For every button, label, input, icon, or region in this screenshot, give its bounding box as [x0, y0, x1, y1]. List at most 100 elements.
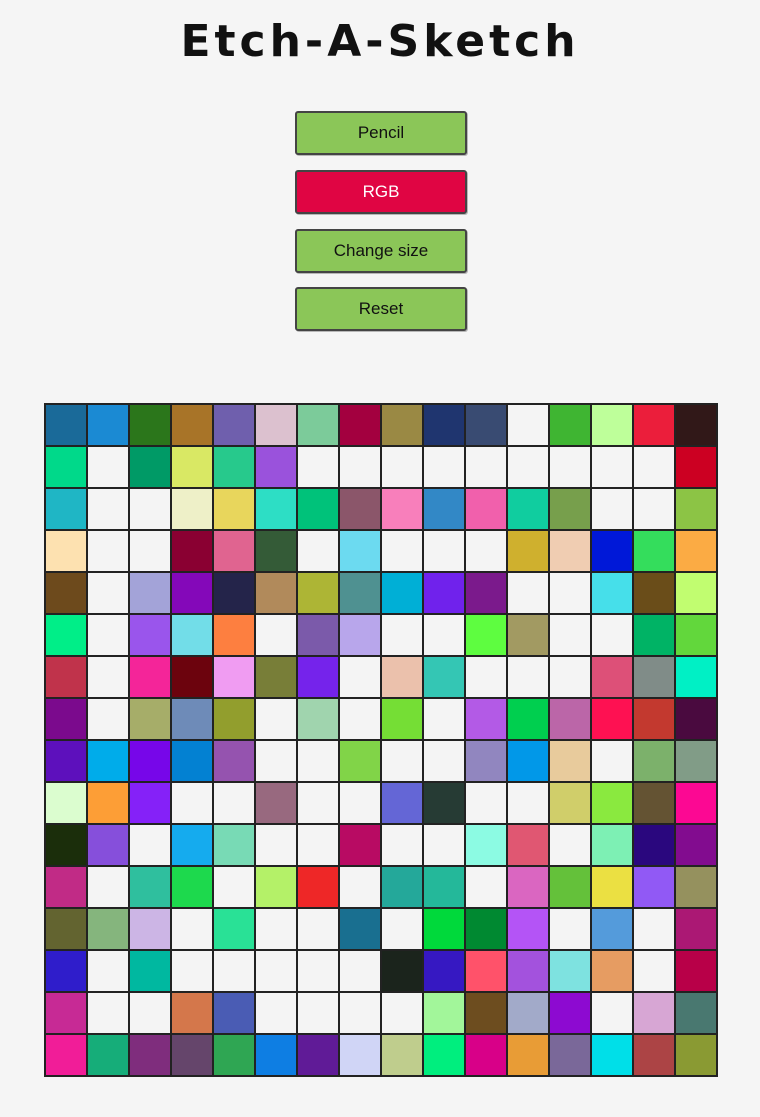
grid-cell[interactable] [255, 614, 297, 656]
grid-cell[interactable] [171, 908, 213, 950]
grid-cell[interactable] [423, 992, 465, 1034]
grid-cell[interactable] [423, 614, 465, 656]
grid-cell[interactable] [255, 446, 297, 488]
grid-cell[interactable] [339, 992, 381, 1034]
grid-cell[interactable] [45, 530, 87, 572]
grid-cell[interactable] [423, 488, 465, 530]
grid-cell[interactable] [381, 740, 423, 782]
grid-cell[interactable] [591, 656, 633, 698]
grid-cell[interactable] [633, 866, 675, 908]
grid-cell[interactable] [171, 1034, 213, 1076]
grid-cell[interactable] [339, 782, 381, 824]
grid-cell[interactable] [507, 908, 549, 950]
grid-cell[interactable] [633, 656, 675, 698]
grid-cell[interactable] [591, 446, 633, 488]
grid-cell[interactable] [45, 614, 87, 656]
grid-cell[interactable] [381, 698, 423, 740]
grid-cell[interactable] [675, 530, 717, 572]
grid-cell[interactable] [381, 446, 423, 488]
grid-cell[interactable] [213, 656, 255, 698]
grid-cell[interactable] [87, 614, 129, 656]
grid-cell[interactable] [633, 782, 675, 824]
grid-cell[interactable] [675, 572, 717, 614]
grid-cell[interactable] [339, 404, 381, 446]
reset-button[interactable]: Reset [295, 287, 467, 331]
grid-cell[interactable] [171, 656, 213, 698]
grid-cell[interactable] [297, 698, 339, 740]
grid-cell[interactable] [507, 656, 549, 698]
change-size-button[interactable]: Change size [295, 229, 467, 273]
grid-cell[interactable] [465, 992, 507, 1034]
grid-cell[interactable] [465, 698, 507, 740]
grid-cell[interactable] [171, 614, 213, 656]
grid-cell[interactable] [549, 866, 591, 908]
grid-cell[interactable] [255, 908, 297, 950]
grid-cell[interactable] [549, 782, 591, 824]
grid-cell[interactable] [297, 824, 339, 866]
grid-cell[interactable] [465, 740, 507, 782]
grid-cell[interactable] [339, 446, 381, 488]
grid-cell[interactable] [87, 530, 129, 572]
grid-cell[interactable] [381, 992, 423, 1034]
grid-cell[interactable] [591, 404, 633, 446]
grid-cell[interactable] [507, 950, 549, 992]
grid-cell[interactable] [87, 908, 129, 950]
grid-cell[interactable] [213, 1034, 255, 1076]
grid-cell[interactable] [45, 1034, 87, 1076]
grid-cell[interactable] [633, 698, 675, 740]
grid-cell[interactable] [45, 656, 87, 698]
grid-cell[interactable] [255, 572, 297, 614]
grid-cell[interactable] [339, 824, 381, 866]
grid-cell[interactable] [171, 950, 213, 992]
grid-cell[interactable] [297, 488, 339, 530]
grid-cell[interactable] [591, 530, 633, 572]
grid-cell[interactable] [549, 446, 591, 488]
grid-cell[interactable] [507, 992, 549, 1034]
grid-cell[interactable] [549, 950, 591, 992]
grid-cell[interactable] [129, 950, 171, 992]
grid-cell[interactable] [45, 866, 87, 908]
grid-cell[interactable] [591, 908, 633, 950]
grid-cell[interactable] [171, 446, 213, 488]
grid-cell[interactable] [381, 782, 423, 824]
grid-cell[interactable] [297, 782, 339, 824]
grid-cell[interactable] [255, 404, 297, 446]
grid-cell[interactable] [171, 530, 213, 572]
grid-cell[interactable] [507, 866, 549, 908]
grid-cell[interactable] [423, 530, 465, 572]
grid-cell[interactable] [255, 866, 297, 908]
grid-cell[interactable] [129, 740, 171, 782]
grid-cell[interactable] [423, 866, 465, 908]
grid-cell[interactable] [297, 866, 339, 908]
grid-cell[interactable] [675, 908, 717, 950]
grid-cell[interactable] [297, 656, 339, 698]
grid-cell[interactable] [633, 488, 675, 530]
grid-cell[interactable] [213, 908, 255, 950]
grid-cell[interactable] [465, 908, 507, 950]
grid-cell[interactable] [507, 698, 549, 740]
grid-cell[interactable] [549, 614, 591, 656]
grid-cell[interactable] [423, 908, 465, 950]
grid-cell[interactable] [87, 404, 129, 446]
grid-cell[interactable] [255, 950, 297, 992]
grid-cell[interactable] [171, 992, 213, 1034]
grid-cell[interactable] [45, 824, 87, 866]
grid-cell[interactable] [171, 572, 213, 614]
grid-cell[interactable] [213, 740, 255, 782]
grid-cell[interactable] [297, 908, 339, 950]
grid-cell[interactable] [507, 824, 549, 866]
grid-cell[interactable] [591, 992, 633, 1034]
grid-cell[interactable] [675, 866, 717, 908]
grid-cell[interactable] [87, 950, 129, 992]
grid-cell[interactable] [255, 656, 297, 698]
grid-cell[interactable] [45, 908, 87, 950]
grid-cell[interactable] [213, 488, 255, 530]
grid-cell[interactable] [171, 488, 213, 530]
grid-cell[interactable] [339, 908, 381, 950]
grid-cell[interactable] [213, 572, 255, 614]
grid-cell[interactable] [297, 614, 339, 656]
grid-cell[interactable] [87, 656, 129, 698]
grid-cell[interactable] [129, 656, 171, 698]
grid-cell[interactable] [549, 740, 591, 782]
grid-cell[interactable] [339, 530, 381, 572]
